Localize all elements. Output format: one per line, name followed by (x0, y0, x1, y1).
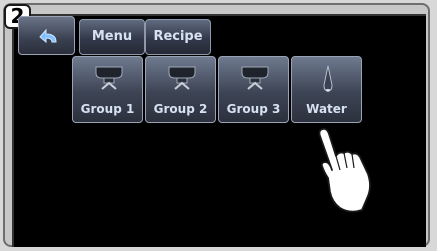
group-1-label: Group 1 (80, 102, 135, 116)
group-3-button[interactable]: Group 3 (218, 56, 289, 123)
coffee-group-icon (241, 66, 269, 90)
group-2-label: Group 2 (153, 102, 208, 116)
coffee-group-icon (95, 66, 123, 90)
pointing-hand-icon (318, 127, 371, 213)
recipe-tab[interactable]: Recipe (145, 19, 211, 55)
group-1-button[interactable]: Group 1 (72, 56, 143, 123)
back-button[interactable] (18, 16, 75, 55)
water-button[interactable]: Water (291, 56, 362, 123)
group-2-button[interactable]: Group 2 (145, 56, 216, 123)
group-3-label: Group 3 (226, 102, 281, 116)
water-nozzle-icon (323, 65, 333, 92)
back-arrow-icon (39, 28, 57, 44)
water-label: Water (306, 102, 347, 116)
menu-tab[interactable]: Menu (79, 19, 145, 55)
coffee-group-icon (168, 66, 196, 90)
